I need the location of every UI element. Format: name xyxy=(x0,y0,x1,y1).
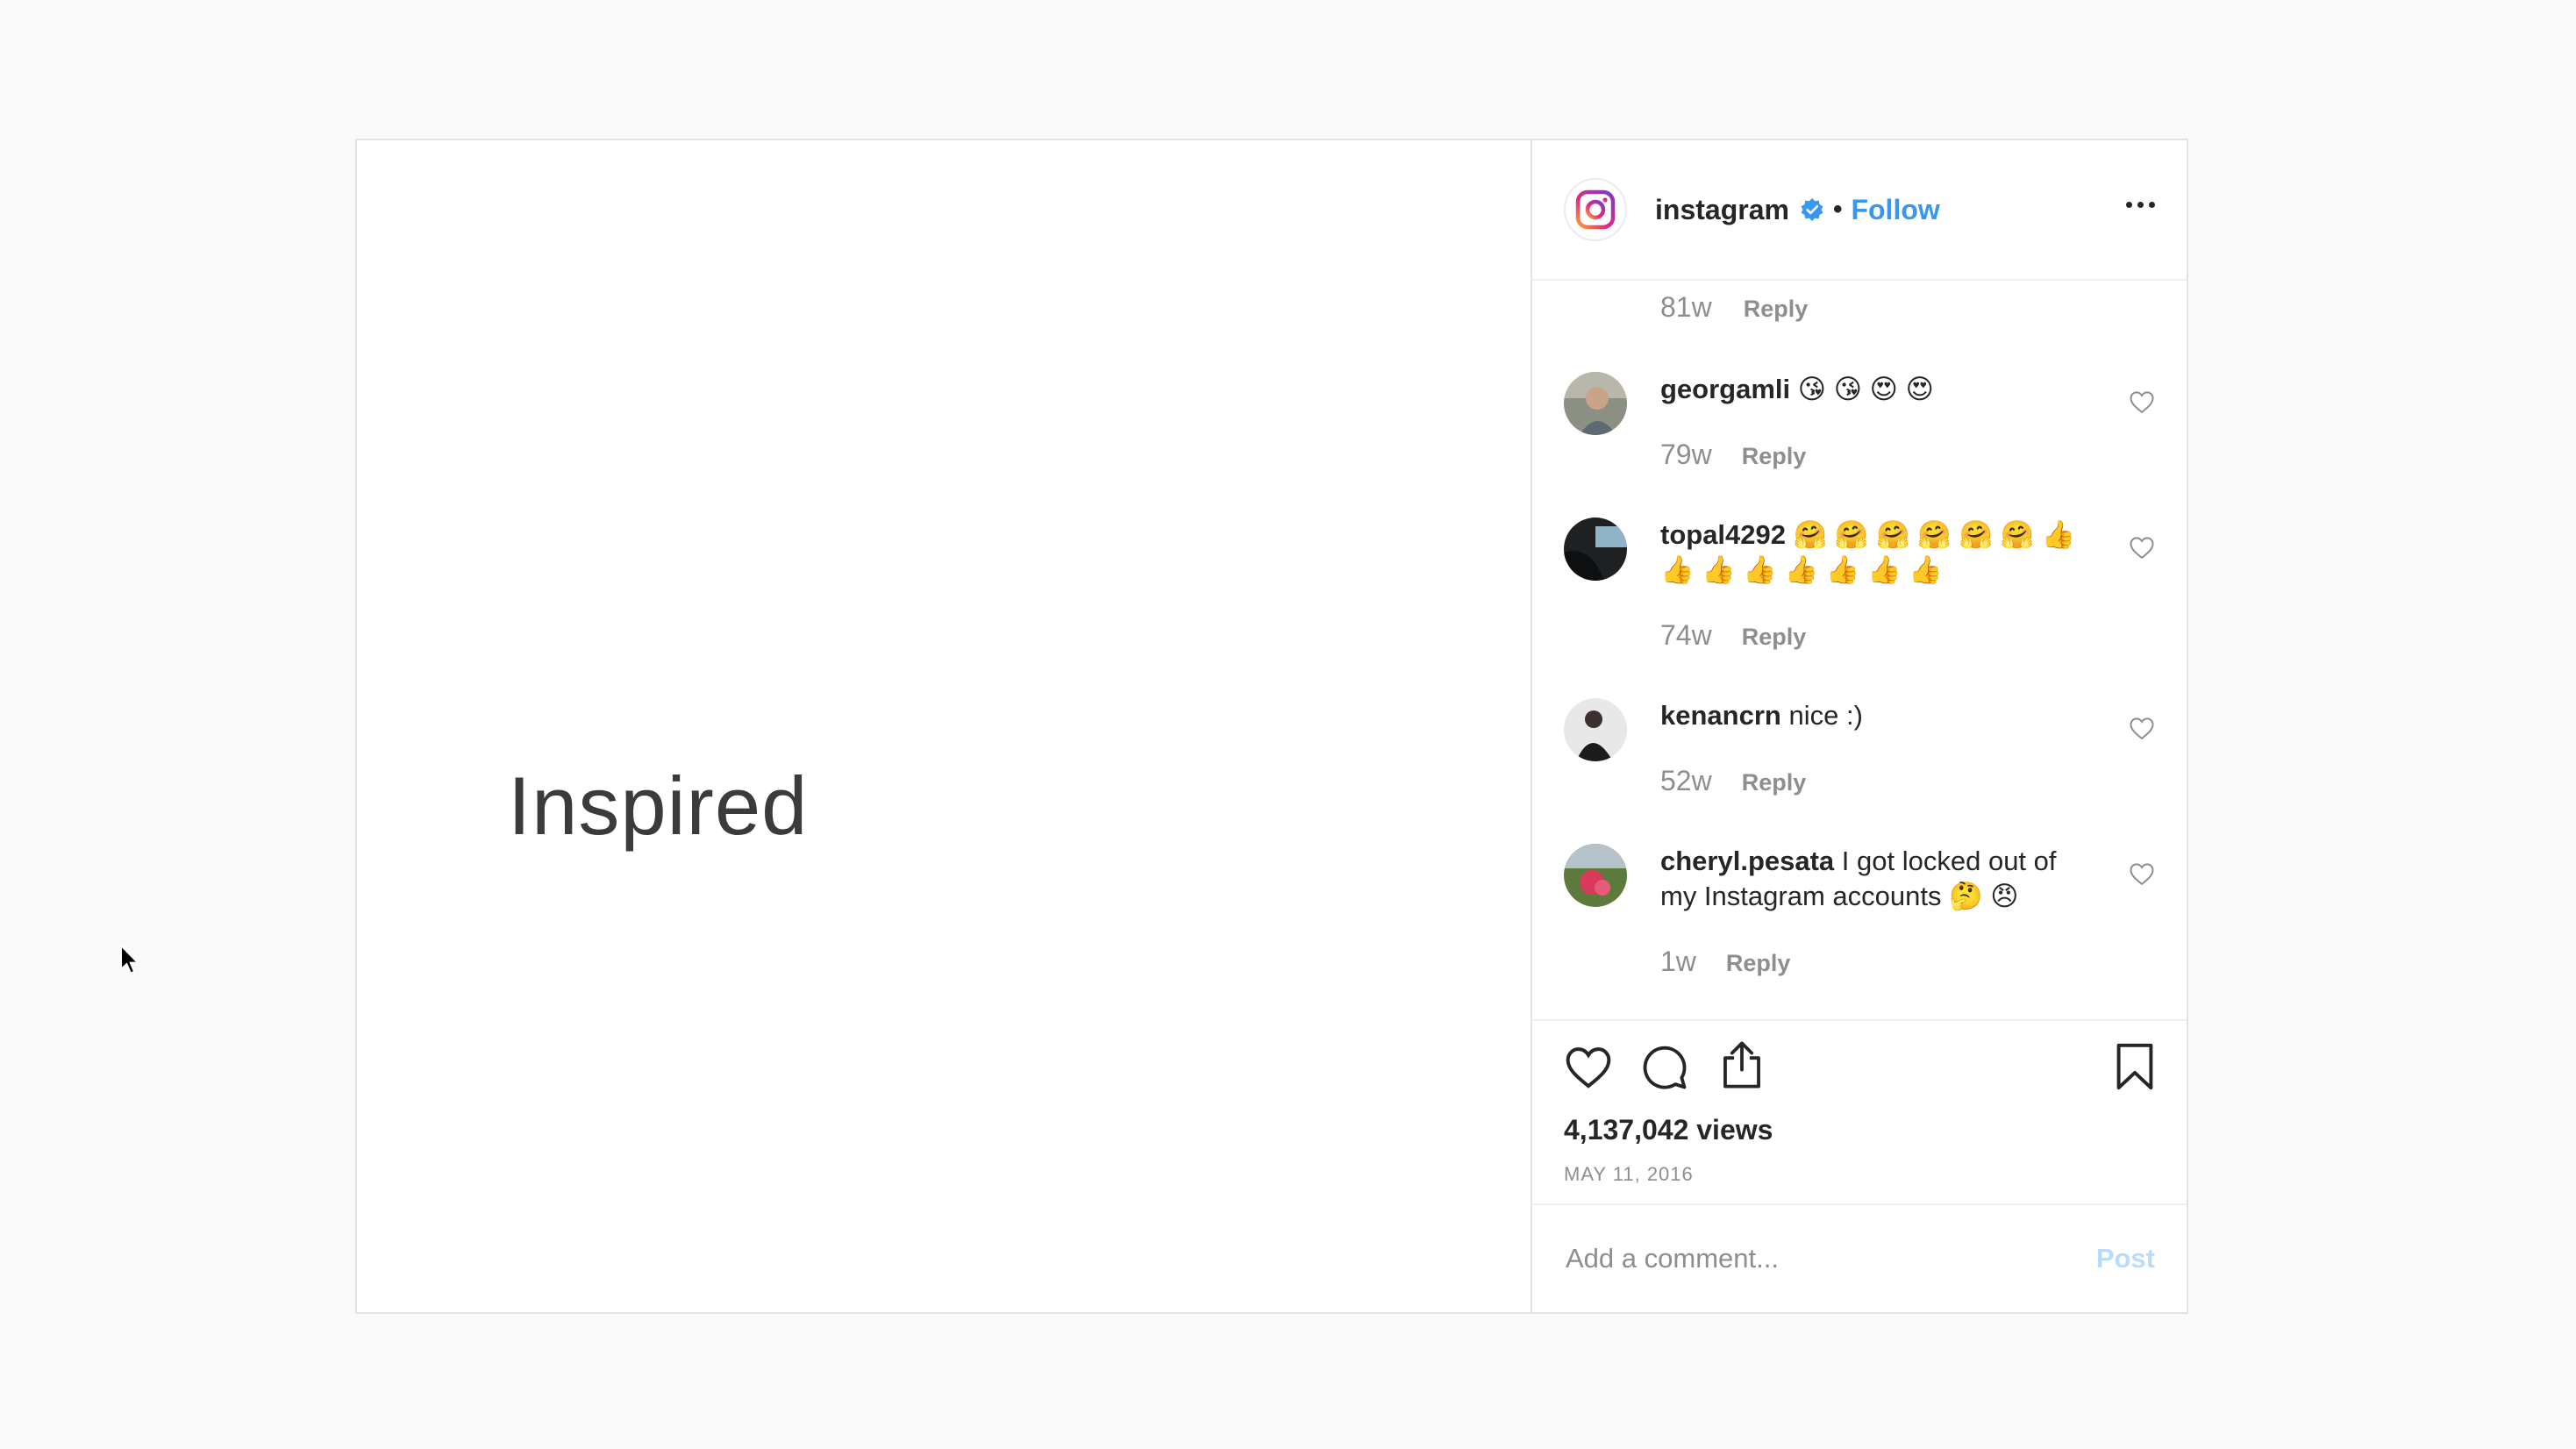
reply-button[interactable]: Reply xyxy=(1742,624,1807,651)
comment-username[interactable]: georgamli xyxy=(1660,374,1790,404)
like-comment-heart-icon[interactable] xyxy=(2129,389,2155,418)
like-comment-heart-icon[interactable] xyxy=(2129,861,2155,890)
post-media[interactable]: Inspired xyxy=(357,140,1532,1312)
reply-button[interactable]: Reply xyxy=(1744,296,1809,323)
comment-item: kenancrn nice :) 52w Reply xyxy=(1564,698,2155,830)
more-options-icon[interactable] xyxy=(2126,195,2155,215)
post-actions-bar: 4,137,042 views MAY 11, 2016 xyxy=(1532,1021,2187,1185)
avatar[interactable] xyxy=(1564,372,1627,435)
share-icon[interactable] xyxy=(1718,1040,1766,1094)
comment-bubble-icon[interactable] xyxy=(1641,1044,1688,1096)
reply-button[interactable]: Reply xyxy=(1742,443,1807,470)
instagram-logo-avatar[interactable] xyxy=(1564,178,1627,241)
comment-username[interactable]: topal4292 xyxy=(1660,519,1786,550)
comment-item: georgamli 😘 😘 😍 😍 79w Reply xyxy=(1564,372,2155,503)
post-username[interactable]: instagram xyxy=(1655,194,1789,226)
post-header: instagram • Follow xyxy=(1532,140,2187,281)
comments-list[interactable]: 81w Reply georgamli 😘 😘 😍 😍 79w Reply to… xyxy=(1532,281,2187,1021)
comment-text: georgamli 😘 😘 😍 😍 xyxy=(1660,372,2099,407)
instagram-logo-icon xyxy=(1575,189,1616,230)
reply-button[interactable]: Reply xyxy=(1742,769,1807,796)
comment-username[interactable]: cheryl.pesata xyxy=(1660,846,1834,876)
comment-text: cheryl.pesata I got locked out of my Ins… xyxy=(1660,844,2099,914)
comment-meta-row: 1w Reply xyxy=(1660,946,1790,978)
add-comment-bar: Post xyxy=(1532,1203,2187,1312)
comment-meta-row: 79w Reply xyxy=(1660,439,1806,471)
view-count[interactable]: 4,137,042 views xyxy=(1564,1114,1773,1146)
like-comment-heart-icon[interactable] xyxy=(2129,716,2155,745)
like-comment-heart-icon[interactable] xyxy=(2129,535,2155,564)
comment-age[interactable]: 52w xyxy=(1660,765,1712,797)
comment-age[interactable]: 81w xyxy=(1660,291,1712,324)
avatar[interactable] xyxy=(1564,518,1627,581)
media-text: Inspired xyxy=(508,760,809,852)
comment-text: topal4292 🤗 🤗 🤗 🤗 🤗 🤗 👍 👍 👍 👍 👍 👍 👍 👍 xyxy=(1660,518,2099,588)
comment-item: topal4292 🤗 🤗 🤗 🤗 🤗 🤗 👍 👍 👍 👍 👍 👍 👍 👍 74… xyxy=(1564,518,2155,667)
bookmark-icon[interactable] xyxy=(2115,1042,2155,1096)
comment-age[interactable]: 74w xyxy=(1660,619,1712,652)
comment-item: cheryl.pesata I got locked out of my Ins… xyxy=(1564,844,2155,993)
follow-button[interactable]: Follow xyxy=(1851,194,1939,226)
like-heart-icon[interactable] xyxy=(1564,1044,1613,1094)
comment-meta-row: 74w Reply xyxy=(1660,619,1806,652)
comment-body: nice :) xyxy=(1788,700,1863,731)
separator-dot: • xyxy=(1832,195,1843,224)
comment-age[interactable]: 1w xyxy=(1660,946,1696,978)
reply-button[interactable]: Reply xyxy=(1726,950,1791,977)
comment-meta-row: 52w Reply xyxy=(1660,765,1806,797)
avatar[interactable] xyxy=(1564,844,1627,907)
verified-badge-icon xyxy=(1800,197,1824,222)
comment-username[interactable]: kenancrn xyxy=(1660,700,1781,731)
post-side-panel: instagram • Follow 81w Reply georgamli 😘… xyxy=(1532,140,2187,1312)
comment-meta-row: 81w Reply xyxy=(1660,291,1808,324)
post-date[interactable]: MAY 11, 2016 xyxy=(1564,1163,1694,1186)
post-card: Inspired instagram • Follow 81w Reply ge… xyxy=(355,139,2188,1314)
mouse-cursor-icon xyxy=(120,944,140,974)
comment-text: kenancrn nice :) xyxy=(1660,698,2099,733)
comment-body: 😘 😘 😍 😍 xyxy=(1797,374,1934,404)
comment-age[interactable]: 79w xyxy=(1660,439,1712,471)
post-comment-button[interactable]: Post xyxy=(2096,1243,2155,1274)
add-comment-input[interactable] xyxy=(1564,1242,2096,1275)
avatar[interactable] xyxy=(1564,698,1627,761)
